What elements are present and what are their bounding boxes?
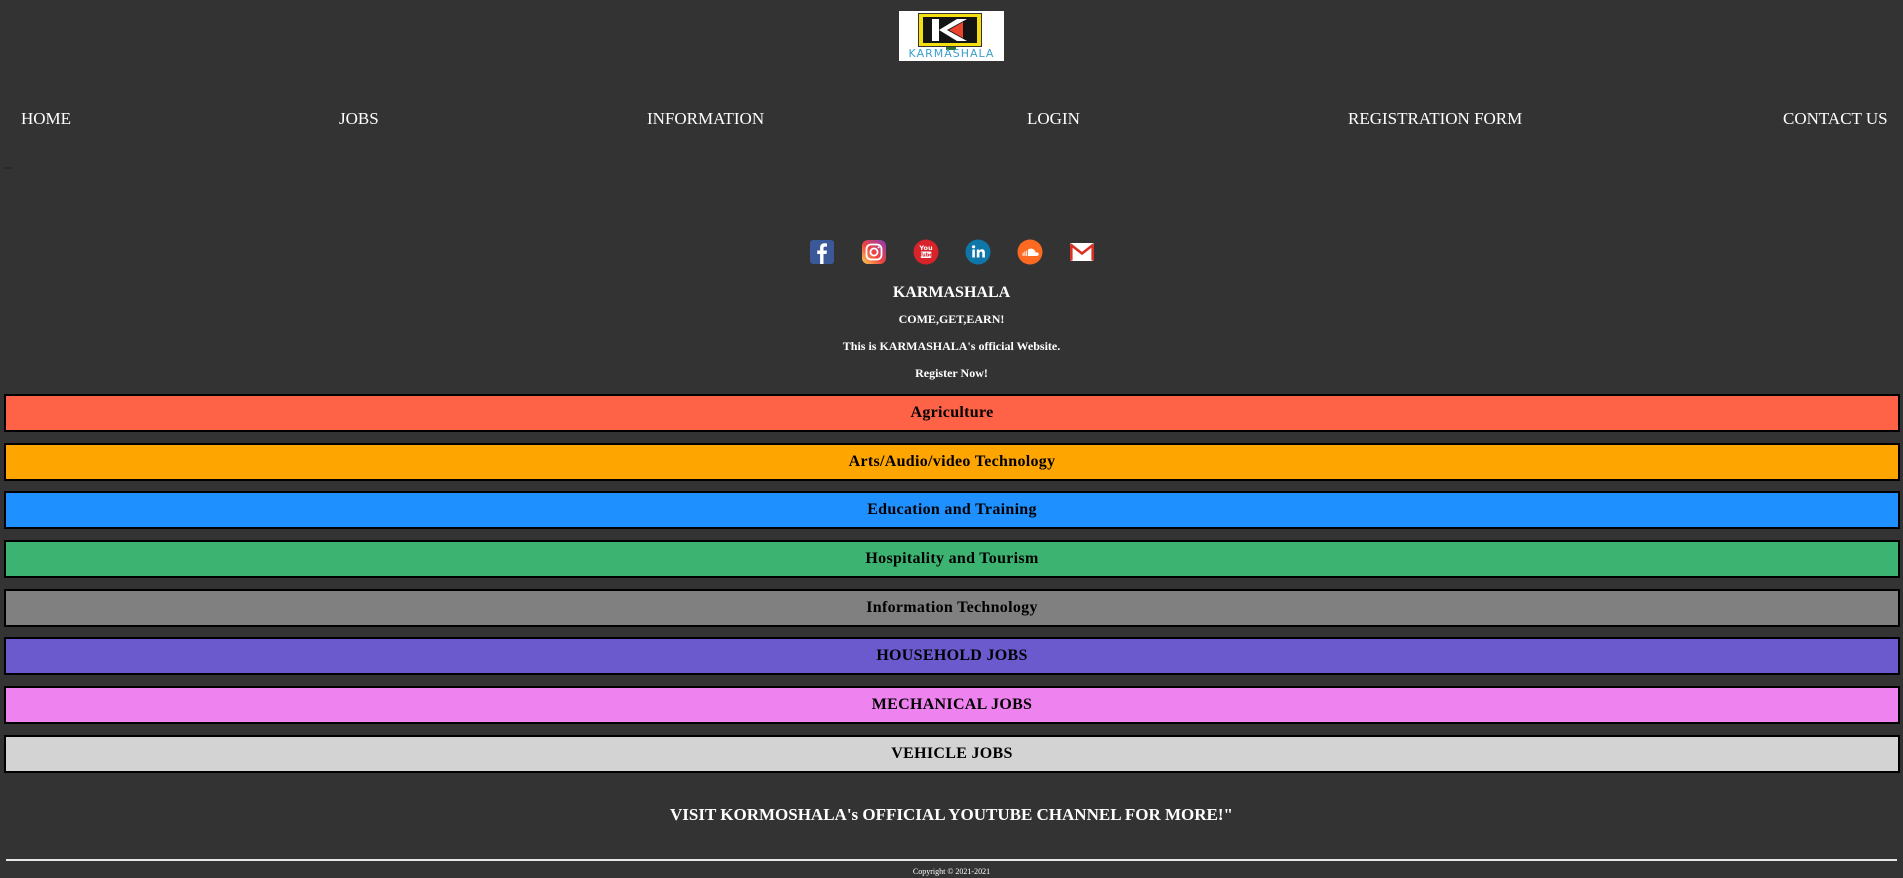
nav-jobs[interactable]: JOBS <box>339 108 379 130</box>
k-letter-icon <box>932 19 967 41</box>
instagram-icon[interactable] <box>861 239 887 265</box>
svg-text:You: You <box>918 244 933 252</box>
facebook-icon[interactable] <box>809 239 835 265</box>
karmashala-logo[interactable]: KARMASHALA <box>899 11 1004 61</box>
linkedin-icon[interactable] <box>965 239 991 265</box>
category-mechanical-jobs[interactable]: MECHANICAL JOBS <box>4 686 1900 724</box>
register-now-link[interactable]: Register Now! <box>0 365 1903 381</box>
nav-login[interactable]: LOGIN <box>1027 108 1080 130</box>
copyright-text: Copyright © 2021-2021 <box>912 867 991 876</box>
nav-divider <box>4 167 12 169</box>
category-household-jobs[interactable]: HOUSEHOLD JOBS <box>4 637 1900 675</box>
logo-wordmark: KARMASHALA <box>908 47 995 60</box>
nav-registration-form[interactable]: REGISTRATION FORM <box>1348 108 1522 130</box>
site-tagline: COME,GET,EARN! <box>898 312 1005 326</box>
svg-text:Tube: Tube <box>919 253 933 259</box>
site-description: This is KARMASHALA's official Website. <box>842 339 1061 353</box>
logo-screen <box>923 17 977 43</box>
category-information-technology[interactable]: Information Technology <box>4 589 1900 627</box>
main-nav: HOME JOBS INFORMATION LOGIN REGISTRATION… <box>0 108 1903 130</box>
nav-home[interactable]: HOME <box>21 108 71 130</box>
category-vehicle-jobs[interactable]: VEHICLE JOBS <box>4 735 1900 773</box>
category-arts-audio-video-technology[interactable]: Arts/Audio/video Technology <box>4 443 1900 481</box>
category-education-and-training[interactable]: Education and Training <box>4 491 1900 529</box>
youtube-icon[interactable]: You Tube <box>913 239 939 265</box>
social-links: You Tube <box>0 239 1903 265</box>
footer-divider <box>6 859 1897 861</box>
nav-contact-us[interactable]: CONTACT US <box>1783 108 1888 130</box>
monitor-logo-icon <box>918 13 982 47</box>
category-agriculture[interactable]: Agriculture <box>4 394 1900 432</box>
gmail-icon[interactable] <box>1069 239 1095 265</box>
youtube-channel-link[interactable]: VISIT KORMOSHALA's OFFICIAL YOUTUBE CHAN… <box>0 804 1903 826</box>
soundcloud-icon[interactable] <box>1017 239 1043 265</box>
site-title: KARMASHALA <box>892 284 1011 301</box>
category-hospitality-and-tourism[interactable]: Hospitality and Tourism <box>4 540 1900 578</box>
nav-information[interactable]: INFORMATION <box>647 108 764 130</box>
